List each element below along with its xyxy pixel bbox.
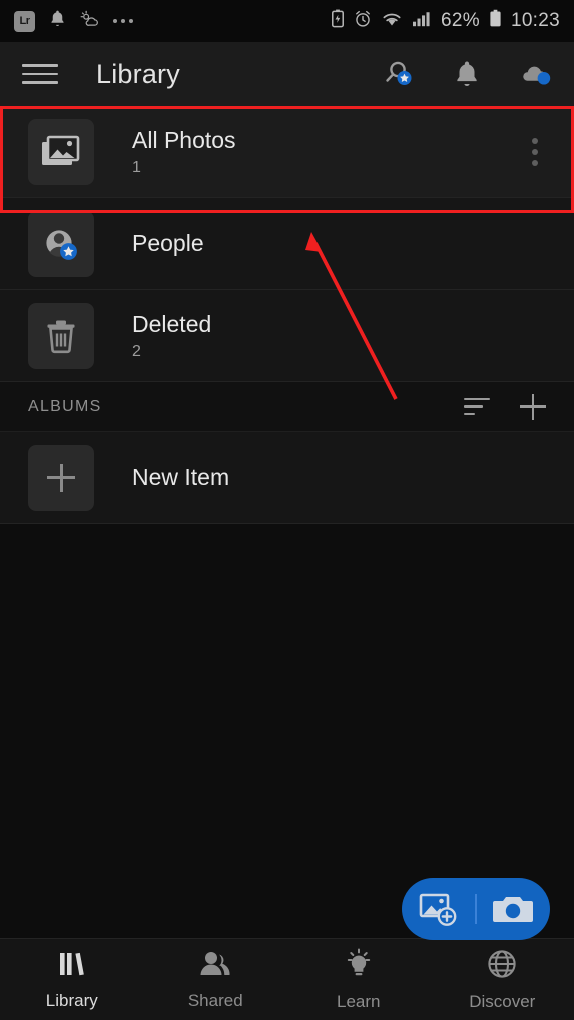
books-icon	[56, 949, 88, 984]
app-screen: Lr 62% 10:23 Library All Photos 1 People…	[0, 0, 574, 1020]
list-item-title: People	[132, 230, 204, 257]
clock-label: 10:23	[510, 10, 560, 31]
list-item-text: All Photos 1	[132, 126, 236, 178]
list-item-all-photos[interactable]: All Photos 1	[0, 106, 574, 198]
notification-bell-icon	[48, 9, 67, 33]
header-actions	[382, 57, 552, 91]
list-item-count: 1	[132, 159, 141, 177]
library-list: All Photos 1 People Deleted 2 ALBUMS New…	[0, 106, 574, 524]
add-photo-icon[interactable]	[402, 889, 475, 929]
albums-header-actions	[464, 393, 546, 420]
battery-icon	[489, 9, 502, 33]
page-title: Library	[96, 58, 180, 89]
hamburger-menu-icon[interactable]	[22, 64, 58, 84]
nav-label: Learn	[337, 991, 381, 1011]
nav-item-learn[interactable]: Learn	[287, 948, 431, 1012]
plus-icon	[28, 444, 94, 511]
battery-percent-label: 62%	[441, 10, 480, 31]
signal-icon	[412, 10, 432, 33]
albums-section-label: ALBUMS	[28, 397, 102, 415]
list-item-text: Deleted 2	[132, 310, 211, 362]
battery-saver-icon	[331, 9, 345, 33]
nav-label: Discover	[469, 991, 536, 1011]
overflow-menu-icon[interactable]	[524, 130, 546, 174]
status-bar: Lr 62% 10:23	[0, 0, 574, 42]
camera-icon[interactable]	[477, 892, 550, 926]
status-bar-right: 62% 10:23	[322, 9, 560, 33]
lightbulb-icon	[343, 948, 375, 985]
cloud-sync-icon[interactable]	[518, 57, 552, 91]
list-item-title: All Photos	[132, 126, 236, 153]
app-header: Library	[0, 42, 574, 106]
nav-item-discover[interactable]: Discover	[431, 948, 574, 1012]
add-album-icon[interactable]	[520, 393, 546, 420]
sort-icon[interactable]	[464, 397, 490, 416]
albums-section-header: ALBUMS	[0, 382, 574, 432]
trash-icon	[28, 302, 94, 369]
more-dots-icon	[113, 19, 133, 23]
weather-icon	[80, 10, 100, 33]
list-item-text: People	[132, 229, 204, 258]
list-item-people[interactable]: People	[0, 198, 574, 290]
nav-item-shared[interactable]: Shared	[144, 949, 288, 1011]
globe-icon	[486, 948, 518, 985]
nav-label: Library	[45, 990, 98, 1010]
list-item-title: Deleted	[132, 310, 212, 337]
notifications-bell-icon[interactable]	[450, 57, 484, 91]
floating-action-bar[interactable]	[402, 878, 550, 940]
list-item-new-album[interactable]: New Item	[0, 432, 574, 524]
alarm-icon	[354, 10, 372, 33]
status-bar-left: Lr	[14, 9, 146, 33]
search-icon[interactable]	[382, 57, 416, 91]
nav-label: Shared	[187, 990, 243, 1010]
bottom-navigation: Library Shared Learn Discover	[0, 938, 574, 1020]
list-item-deleted[interactable]: Deleted 2	[0, 290, 574, 382]
list-item-text: New Item	[132, 463, 229, 492]
photos-stack-icon	[28, 118, 94, 185]
list-item-title: New Item	[132, 464, 230, 491]
person-star-icon	[28, 210, 94, 277]
list-item-count: 2	[132, 343, 141, 361]
nav-item-library[interactable]: Library	[0, 949, 144, 1011]
lightroom-badge: Lr	[14, 10, 35, 32]
people-icon	[198, 949, 232, 984]
wifi-icon	[381, 10, 403, 33]
